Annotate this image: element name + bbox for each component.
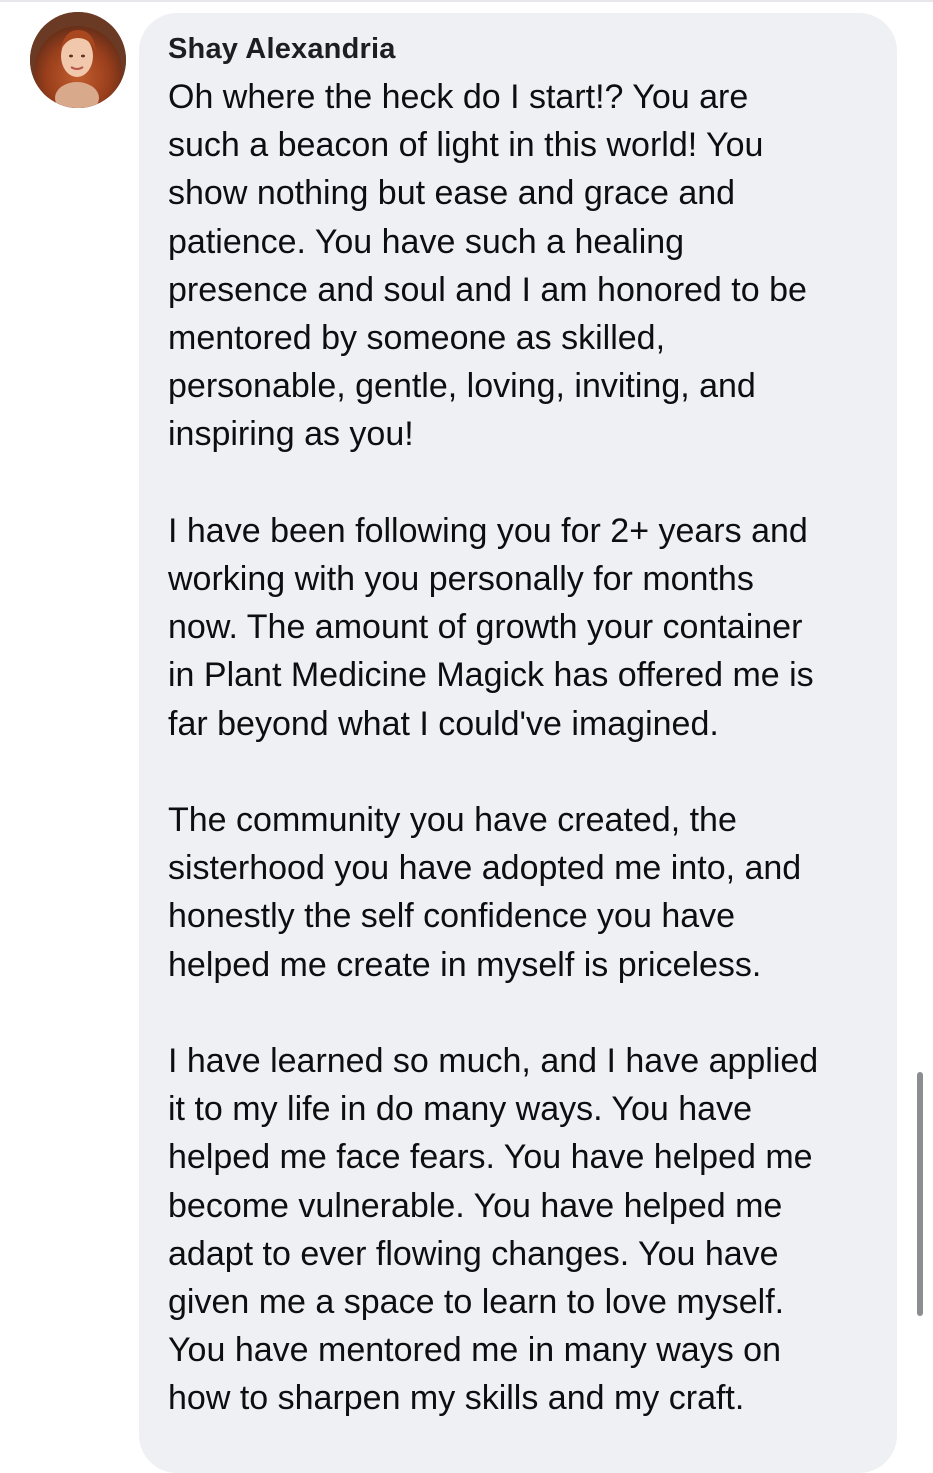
- profile-photo-icon: [30, 12, 126, 108]
- comment-line: helped me create in myself is priceless.: [168, 945, 762, 984]
- comment-line: patience. You have such a healing: [168, 222, 685, 261]
- comment-line: in Plant Medicine Magick has offered me …: [168, 656, 814, 695]
- comment-line: show nothing but ease and grace and: [168, 174, 736, 213]
- comment-line: The community you have created, the: [168, 801, 737, 840]
- comment-line: given me a space to learn to love myself…: [168, 1283, 785, 1322]
- comment-line: mentored by someone as skilled,: [168, 319, 666, 358]
- comment-line: You have mentored me in many ways on: [168, 1331, 781, 1370]
- comment-line: working with you personally for months: [168, 560, 754, 599]
- comment-line: become vulnerable. You have helped me: [168, 1186, 783, 1225]
- comment-line: adapt to ever flowing changes. You have: [168, 1234, 779, 1273]
- comment-line: such a beacon of light in this world! Yo…: [168, 126, 764, 165]
- comment-paragraph: I have learned so much, and I have appli…: [168, 1037, 888, 1423]
- comment-line: presence and soul and I am honored to be: [168, 270, 807, 309]
- comment-line: it to my life in do many ways. You have: [168, 1090, 752, 1129]
- comment-paragraph: I have been following you for 2+ years a…: [168, 507, 888, 748]
- comment-author[interactable]: Shay Alexandria: [168, 31, 396, 67]
- comment-paragraph: The community you have created, the sist…: [168, 796, 888, 989]
- avatar[interactable]: [30, 12, 126, 108]
- comment-line: helped me face fears. You have helped me: [168, 1138, 813, 1177]
- comment-line: honestly the self confidence you have: [168, 897, 736, 936]
- comment-line: sisterhood you have adopted me into, and: [168, 849, 802, 888]
- scrollbar-thumb[interactable]: [917, 1072, 923, 1316]
- comment-line: I have been following you for 2+ years a…: [168, 511, 808, 550]
- top-divider: [0, 0, 933, 2]
- comment-line: inspiring as you!: [168, 415, 414, 454]
- comment-line: personable, gentle, loving, inviting, an…: [168, 367, 756, 406]
- comment-text: Oh where the heck do I start!? You are s…: [168, 73, 888, 1423]
- comment-paragraph: Oh where the heck do I start!? You are s…: [168, 73, 888, 459]
- comment-line: how to sharpen my skills and my craft.: [168, 1379, 745, 1418]
- comment-line: I have learned so much, and I have appli…: [168, 1042, 819, 1081]
- comment-line: Oh where the heck do I start!? You are: [168, 78, 749, 116]
- comment-line: far beyond what I could've imagined.: [168, 704, 719, 743]
- comment-line: now. The amount of growth your container: [168, 608, 803, 647]
